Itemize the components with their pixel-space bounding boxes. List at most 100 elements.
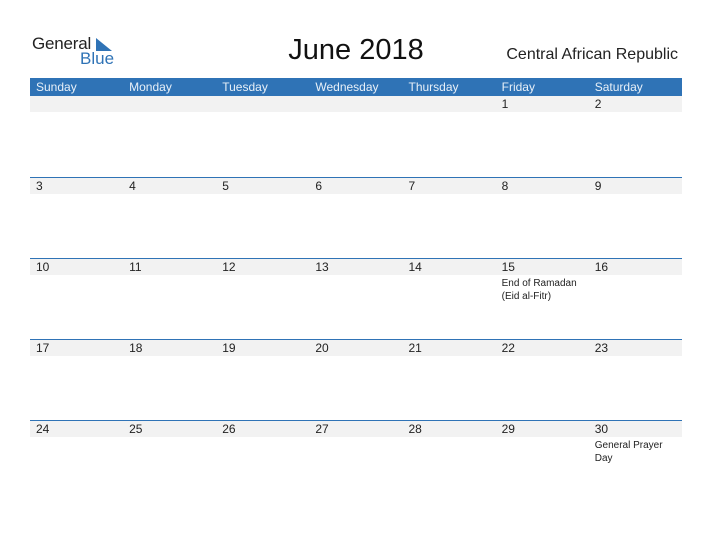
day-number: 27	[309, 421, 403, 437]
day-cell[interactable]	[309, 96, 403, 114]
day-number: 25	[123, 421, 217, 437]
day-cell[interactable]: 12	[216, 259, 310, 303]
holiday-label	[30, 112, 123, 114]
day-cell[interactable]: 29	[495, 421, 589, 465]
day-number: 22	[495, 340, 589, 356]
holiday-label: End of Ramadan (Eid al-Fitr)	[501, 278, 577, 302]
day-number	[402, 96, 496, 112]
day-cell[interactable]: 22	[495, 340, 589, 358]
day-number: 1	[495, 96, 589, 112]
holiday-label	[309, 112, 402, 114]
day-cell[interactable]: 1	[495, 96, 589, 114]
day-cell[interactable]: 18	[123, 340, 217, 358]
holiday-label	[589, 112, 682, 114]
day-cell[interactable]: 3	[30, 178, 124, 196]
holiday-label	[216, 437, 309, 439]
day-cell[interactable]: 8	[495, 178, 589, 196]
day-cell[interactable]: 4	[123, 178, 217, 196]
holiday-label	[309, 194, 402, 196]
weekday-friday: Friday	[501, 80, 535, 94]
day-cell[interactable]: 27	[309, 421, 403, 465]
day-cell[interactable]: 28	[402, 421, 496, 465]
day-number: 24	[30, 421, 124, 437]
holiday-label	[216, 275, 309, 277]
weekday-thursday: Thursday	[408, 80, 459, 94]
holiday-label	[496, 356, 589, 358]
day-number	[216, 96, 310, 112]
weekday-tuesday: Tuesday	[222, 80, 268, 94]
day-cell[interactable]	[402, 96, 496, 114]
day-cell[interactable]: 30 General Prayer Day	[588, 421, 682, 465]
day-cell[interactable]: 2	[588, 96, 682, 114]
day-number: 6	[309, 178, 403, 194]
day-cell[interactable]: 14	[402, 259, 496, 303]
day-cell[interactable]: 5	[216, 178, 310, 196]
day-cell[interactable]: 10	[30, 259, 124, 303]
day-cell[interactable]	[123, 96, 217, 114]
day-cell[interactable]: 11	[123, 259, 217, 303]
day-cell[interactable]: 7	[402, 178, 496, 196]
day-cell[interactable]	[30, 96, 124, 114]
day-cell[interactable]: 21	[402, 340, 496, 358]
holiday-label	[403, 275, 496, 277]
day-cell[interactable]: 13	[309, 259, 403, 303]
holiday-label	[589, 275, 682, 277]
day-number: 7	[402, 178, 496, 194]
day-cell[interactable]: 23	[588, 340, 682, 358]
holiday-label	[123, 194, 216, 196]
holiday-label	[403, 194, 496, 196]
week-row: 12	[30, 96, 682, 114]
day-number: 30	[588, 421, 682, 437]
day-number: 9	[588, 178, 682, 194]
day-number: 20	[309, 340, 403, 356]
day-number: 19	[216, 340, 310, 356]
day-number: 18	[123, 340, 217, 356]
holiday-label	[589, 194, 682, 196]
day-number	[123, 96, 217, 112]
holiday-label	[30, 194, 123, 196]
holiday-label	[123, 356, 216, 358]
day-cell[interactable]: 17	[30, 340, 124, 358]
day-number: 15	[495, 259, 589, 275]
day-number: 8	[495, 178, 589, 194]
holiday-label	[496, 112, 589, 114]
holiday-label	[216, 356, 309, 358]
day-number: 2	[588, 96, 682, 112]
weekday-monday: Monday	[129, 80, 172, 94]
day-number	[30, 96, 124, 112]
day-number: 10	[30, 259, 124, 275]
day-number: 11	[123, 259, 217, 275]
day-cell[interactable]: 20	[309, 340, 403, 358]
day-number: 28	[402, 421, 496, 437]
day-cell[interactable]: 16	[588, 259, 682, 303]
weekday-saturday: Saturday	[594, 80, 643, 94]
day-cell[interactable]: 9	[588, 178, 682, 196]
holiday-label	[309, 275, 402, 277]
weekday-sunday: Sunday	[36, 80, 77, 94]
week-row: 3456789	[30, 177, 682, 196]
holiday-label	[216, 112, 309, 114]
holiday-label	[496, 437, 589, 439]
day-number: 23	[588, 340, 682, 356]
day-number: 12	[216, 259, 310, 275]
day-number: 29	[495, 421, 589, 437]
day-cell[interactable]: 25	[123, 421, 217, 465]
day-number: 5	[216, 178, 310, 194]
holiday-label	[403, 437, 496, 439]
holiday-label	[216, 194, 309, 196]
day-cell[interactable]: 26	[216, 421, 310, 465]
day-cell[interactable]: 6	[309, 178, 403, 196]
weekday-wednesday: Wednesday	[315, 80, 379, 94]
holiday-label	[496, 194, 589, 196]
day-number: 14	[402, 259, 496, 275]
day-cell[interactable]: 24	[30, 421, 124, 465]
day-number: 17	[30, 340, 124, 356]
day-cell[interactable]	[216, 96, 310, 114]
day-cell[interactable]: 19	[216, 340, 310, 358]
day-number: 26	[216, 421, 310, 437]
week-row: 24 25 26 27 28 29 30 General Prayer Day	[30, 420, 682, 465]
holiday-label	[30, 275, 123, 277]
weekday-header: Sunday Monday Tuesday Wednesday Thursday…	[30, 78, 682, 96]
day-cell[interactable]: 15 End of Ramadan (Eid al-Fitr)	[495, 259, 589, 303]
week-row: 17 18 19 20 21 22 23	[30, 339, 682, 358]
